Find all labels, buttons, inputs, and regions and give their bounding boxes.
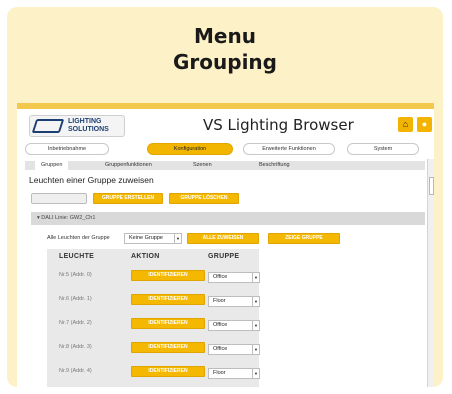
group-value: Office: [213, 322, 228, 328]
group-name-input[interactable]: [31, 193, 87, 204]
dali-line-label: DALI Linie: GW2_Ch1: [41, 215, 96, 221]
assign-all-label: Alle Leuchten der Gruppe: [47, 235, 110, 241]
card-title-line-2: Grouping: [173, 50, 277, 74]
create-group-button[interactable]: GRUPPE ERSTELLEN: [93, 193, 163, 204]
assign-group-select[interactable]: Keine Gruppe ▼: [124, 233, 182, 244]
select-arrow-icon: ▼: [252, 369, 259, 378]
vertical-scrollbar[interactable]: [427, 159, 434, 387]
sub-tabs: Gruppen Gruppenfunktionen Szenen Beschri…: [25, 161, 425, 170]
table-row: Nr.8 (Addr. 3) IDENTIFIZIEREN Office ▼: [47, 337, 260, 361]
luminaire-name: Nr.5 (Addr. 0): [59, 272, 92, 278]
show-group-button[interactable]: ZEIGE GRUPPE: [268, 233, 340, 244]
identify-button[interactable]: IDENTIFIZIEREN: [131, 366, 205, 377]
card-title: Menu Grouping: [7, 23, 443, 75]
table-row: Nr.5 (Addr. 0) IDENTIFIZIEREN Office ▼: [47, 265, 260, 289]
luminaire-name: Nr.7 (Addr. 2): [59, 320, 92, 326]
group-value: Office: [213, 346, 228, 352]
group-select[interactable]: Floor ▼: [208, 368, 260, 379]
logo-text-line-1: LIGHTING: [68, 118, 102, 125]
browser-screenshot: LIGHTING SOLUTIONS VS Lighting Browser ⌂…: [17, 103, 434, 387]
identify-button[interactable]: IDENTIFIZIEREN: [131, 342, 205, 353]
tutorial-card: Menu Grouping LIGHTING SOLUTIONS VS Ligh…: [7, 7, 443, 387]
top-accent-bar: [17, 103, 434, 109]
select-arrow-icon: ▼: [252, 273, 259, 282]
group-select[interactable]: Office ▼: [208, 344, 260, 355]
tab-konfiguration[interactable]: Konfiguration: [147, 143, 233, 155]
group-select[interactable]: Floor ▼: [208, 296, 260, 307]
column-header-aktion: AKTION: [131, 253, 160, 260]
delete-group-button[interactable]: GRUPPE LÖSCHEN: [169, 193, 239, 204]
column-header-leuchte: LEUCHTE: [59, 253, 95, 260]
luminaire-name: Nr.8 (Addr. 3): [59, 344, 92, 350]
group-value: Office: [213, 274, 228, 280]
subtab-szenen[interactable]: Szenen: [187, 161, 218, 170]
table-row: Nr.7 (Addr. 2) IDENTIFIZIEREN Office ▼: [47, 313, 260, 337]
section-heading: Leuchten einer Gruppe zuweisen: [29, 175, 154, 185]
main-tabs: Inbetriebnahme Konfiguration Erweiterte …: [25, 143, 425, 155]
subtab-gruppen[interactable]: Gruppen: [35, 161, 69, 170]
assign-group-value: Keine Gruppe: [129, 235, 163, 241]
vs-logo: LIGHTING SOLUTIONS: [29, 115, 125, 137]
subtab-beschriftung[interactable]: Beschriftung: [253, 161, 296, 170]
logo-text-line-2: SOLUTIONS: [68, 126, 109, 133]
scrollbar-thumb[interactable]: [429, 177, 434, 195]
bulb-icon[interactable]: ●: [417, 117, 432, 132]
identify-button[interactable]: IDENTIFIZIEREN: [131, 270, 205, 281]
group-value: Floor: [213, 370, 226, 376]
tab-erweiterte-funktionen[interactable]: Erweiterte Funktionen: [243, 143, 335, 155]
home-icon[interactable]: ⌂: [398, 117, 413, 132]
tab-inbetriebnahme[interactable]: Inbetriebnahme: [25, 143, 109, 155]
card-title-line-1: Menu: [194, 24, 256, 48]
group-value: Floor: [213, 298, 226, 304]
assign-all-button[interactable]: ALLE ZUWEISEN: [187, 233, 259, 244]
subtab-gruppenfunktionen[interactable]: Gruppenfunktionen: [99, 161, 158, 170]
select-arrow-icon: ▼: [252, 321, 259, 330]
group-select[interactable]: Office ▼: [208, 272, 260, 283]
table-row: Nr.6 (Addr. 1) IDENTIFIZIEREN Floor ▼: [47, 289, 260, 313]
identify-button[interactable]: IDENTIFIZIEREN: [131, 294, 205, 305]
vs-logo-mark-icon: [31, 119, 65, 133]
group-select[interactable]: Office ▼: [208, 320, 260, 331]
table-row: Nr.9 (Addr. 4) IDENTIFIZIEREN Floor ▼: [47, 361, 260, 385]
select-arrow-icon: ▼: [252, 345, 259, 354]
luminaire-name: Nr.9 (Addr. 4): [59, 368, 92, 374]
column-header-gruppe: GRUPPE: [208, 253, 240, 260]
identify-button[interactable]: IDENTIFIZIEREN: [131, 318, 205, 329]
luminaire-name: Nr.6 (Addr. 1): [59, 296, 92, 302]
dali-line-header[interactable]: ▾ DALI Linie: GW2_Ch1: [31, 212, 425, 225]
tab-system[interactable]: System: [347, 143, 419, 155]
app-title: VS Lighting Browser: [203, 116, 354, 134]
select-arrow-icon: ▼: [252, 297, 259, 306]
select-arrow-icon: ▼: [174, 234, 181, 243]
